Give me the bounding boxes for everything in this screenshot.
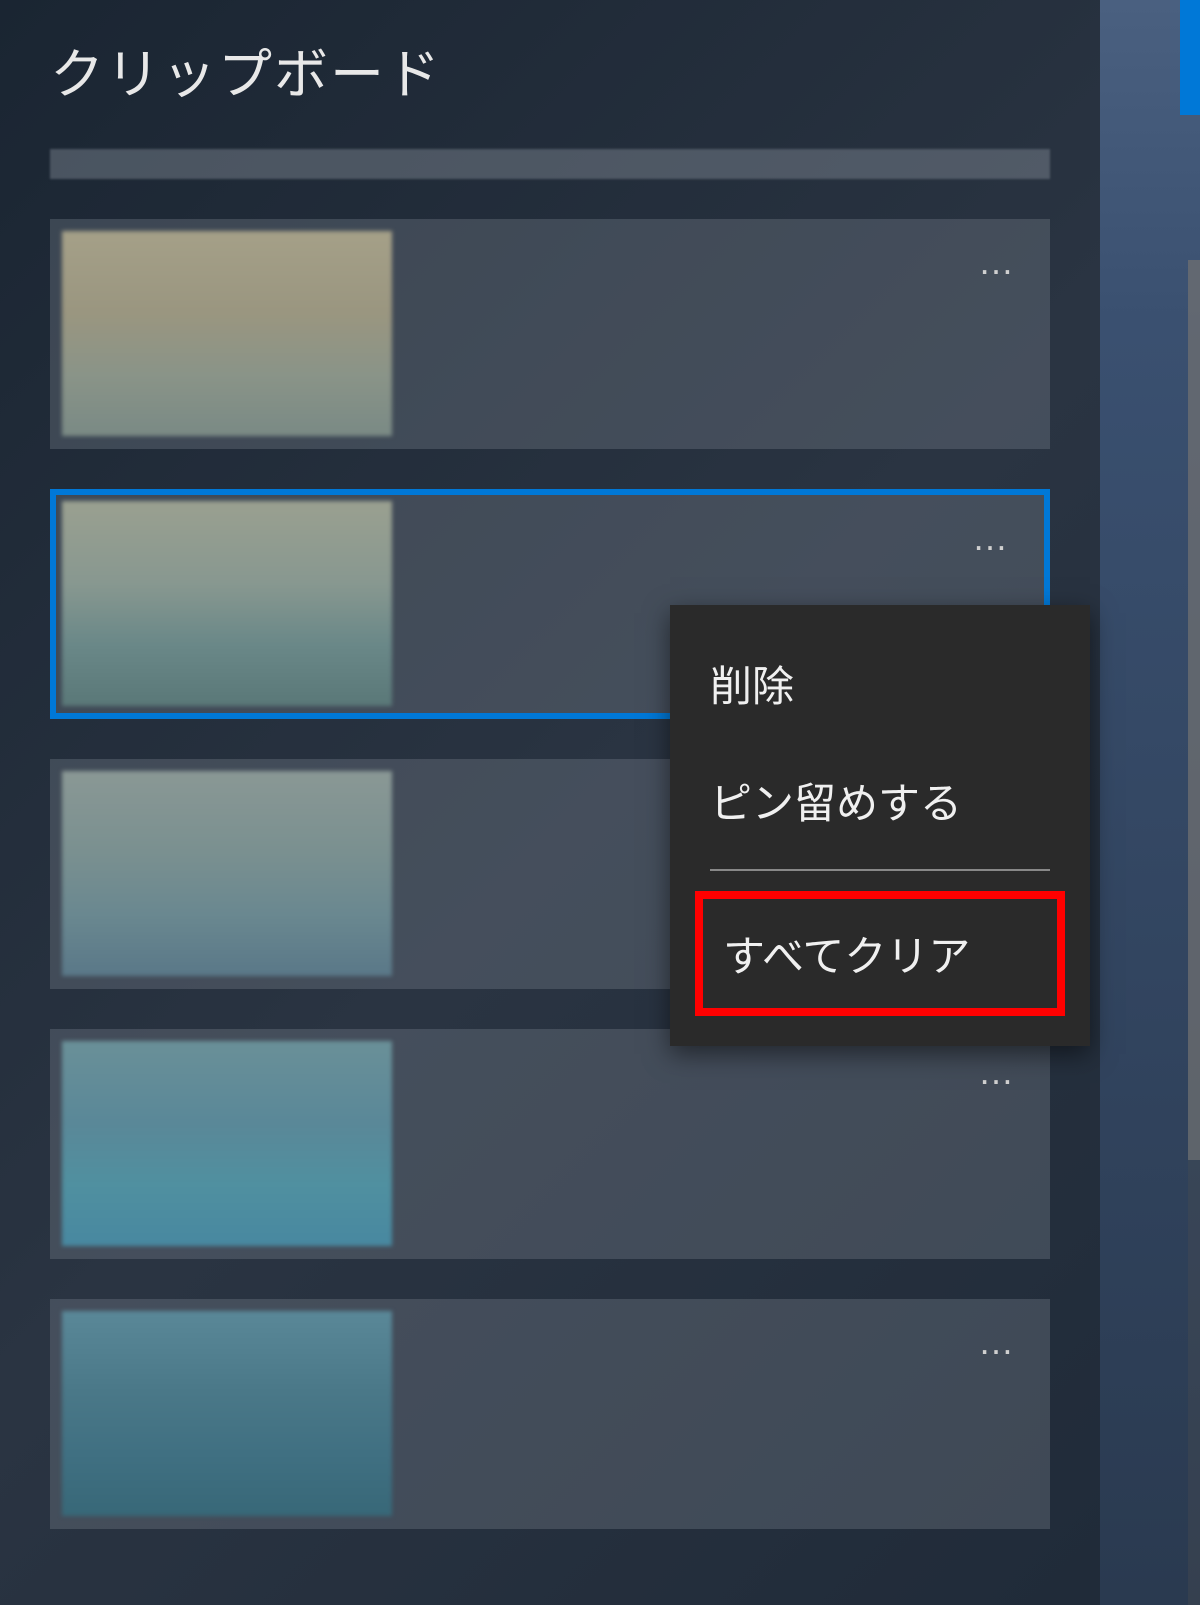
item-thumbnail [62, 1311, 392, 1516]
menu-separator [710, 869, 1050, 871]
more-icon[interactable]: … [978, 1054, 1020, 1090]
more-icon[interactable]: … [978, 244, 1020, 280]
menu-delete[interactable]: 削除 [670, 625, 1090, 742]
window-edge [1100, 0, 1200, 1605]
item-thumbnail [62, 771, 392, 976]
accent-strip [1180, 0, 1200, 115]
menu-clear-all[interactable]: すべてクリア [695, 891, 1065, 1016]
panel-title: クリップボード [50, 30, 1050, 109]
scrollbar-thumb[interactable] [1188, 260, 1200, 1160]
clipboard-panel: クリップボード … … … … … 削除 ピン留めする すべてクリア [0, 0, 1100, 1605]
item-thumbnail [62, 501, 392, 706]
more-icon[interactable]: … [978, 1324, 1020, 1360]
clipboard-item[interactable]: … [50, 1029, 1050, 1259]
item-thumbnail [62, 1041, 392, 1246]
more-icon[interactable]: … [972, 520, 1014, 556]
menu-pin[interactable]: ピン留めする [670, 742, 1090, 859]
panel-divider [50, 149, 1050, 179]
clipboard-item[interactable]: … [50, 1299, 1050, 1529]
item-thumbnail [62, 231, 392, 436]
clipboard-item[interactable]: … [50, 219, 1050, 449]
context-menu: 削除 ピン留めする すべてクリア [670, 605, 1090, 1046]
